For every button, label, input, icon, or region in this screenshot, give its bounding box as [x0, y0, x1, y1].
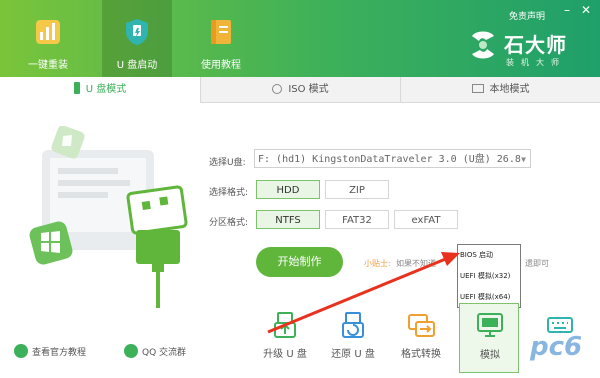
boot-mode-dropdown: BIOS 启动 UEFI 模拟(x32) UEFI 模拟(x64) — [457, 244, 521, 308]
disc-icon — [272, 84, 283, 94]
nav-label: 一键重装 — [28, 60, 68, 71]
logo-subtitle: 装机大师 — [506, 58, 566, 67]
qq-group-icon — [124, 344, 138, 358]
partition-option-exfat[interactable]: exFAT — [394, 210, 458, 229]
tool-simulate[interactable]: 模拟 — [459, 303, 519, 373]
nav-tutorial[interactable]: 使用教程 — [186, 0, 256, 77]
dropdown-item-bios[interactable]: BIOS 启动 — [458, 245, 520, 266]
tool-label: 升级 U 盘 — [263, 349, 307, 360]
tab-iso-mode[interactable]: ISO 模式 — [201, 77, 400, 103]
simulate-monitor-icon — [477, 313, 503, 337]
official-tutorial-label: 查看官方教程 — [32, 348, 87, 358]
tab-label: U 盘模式 — [85, 84, 127, 95]
usb-select-label: 选择U盘: — [209, 158, 246, 168]
usb-icon — [73, 82, 80, 94]
partition-label: 分区格式: — [209, 218, 249, 228]
usb-restore-icon — [342, 312, 364, 338]
partition-option-ntfs[interactable]: NTFS — [256, 210, 320, 229]
minimize-button[interactable]: – — [560, 3, 574, 17]
book-icon — [211, 20, 231, 44]
watermark: pc6 — [530, 332, 583, 362]
tip-prefix: 小贴士: — [364, 259, 391, 268]
close-button[interactable]: ✕ — [579, 3, 593, 17]
usb-shield-icon — [126, 19, 148, 45]
qq-group-label: QQ 交流群 — [142, 348, 187, 358]
format-option-zip[interactable]: ZIP — [325, 180, 389, 199]
nav-one-click-reinstall[interactable]: 一键重装 — [13, 0, 83, 77]
chevron-down-icon: ▼ — [521, 155, 526, 164]
tab-label: 本地模式 — [489, 84, 530, 95]
format-convert-icon — [408, 314, 435, 337]
tool-label: 还原 U 盘 — [331, 349, 375, 360]
tool-restore-usb[interactable]: 还原 U 盘 — [323, 308, 383, 368]
format-option-hdd[interactable]: HDD — [256, 180, 320, 199]
format-label: 选择格式: — [209, 188, 249, 198]
tool-label: 模拟 — [480, 350, 500, 361]
qq-group-link[interactable]: QQ 交流群 — [124, 344, 186, 358]
chart-icon — [36, 20, 60, 44]
nav-label: 使用教程 — [201, 60, 241, 71]
tab-local-mode[interactable]: 本地模式 — [401, 77, 600, 103]
official-tutorial-link[interactable]: 查看官方教程 — [14, 344, 86, 358]
tip-suffix: 遗即可 — [525, 259, 549, 268]
tool-label: 格式转换 — [401, 349, 441, 360]
dropdown-item-uefi-x32[interactable]: UEFI 模拟(x32) — [458, 266, 520, 287]
logo-name: 石大师 — [504, 33, 567, 57]
logo-icon — [472, 31, 494, 59]
nav-usb-boot[interactable]: U 盘启动 — [102, 0, 172, 77]
book-icon — [14, 344, 28, 358]
monitor-icon — [471, 84, 484, 93]
usb-select-value: F: (hd1) KingstonDataTraveler 3.0 (U盘) 2… — [258, 154, 521, 165]
tool-format-convert[interactable]: 格式转换 — [391, 308, 451, 368]
tab-label: ISO 模式 — [288, 84, 329, 95]
start-button[interactable]: 开始制作 — [256, 247, 343, 277]
disclaimer-link[interactable]: 免责声明 — [509, 9, 545, 22]
usb-upgrade-icon — [274, 312, 296, 338]
usb-select[interactable]: F: (hd1) KingstonDataTraveler 3.0 (U盘) 2… — [254, 149, 531, 168]
tip-text: 如果不知道 — [396, 259, 436, 268]
partition-option-fat32[interactable]: FAT32 — [325, 210, 389, 229]
tab-usb-mode[interactable]: U 盘模式 — [0, 77, 200, 103]
usb-computer-illustration — [29, 126, 188, 308]
nav-label: U 盘启动 — [116, 60, 158, 71]
tool-upgrade-usb[interactable]: 升级 U 盘 — [255, 308, 315, 368]
